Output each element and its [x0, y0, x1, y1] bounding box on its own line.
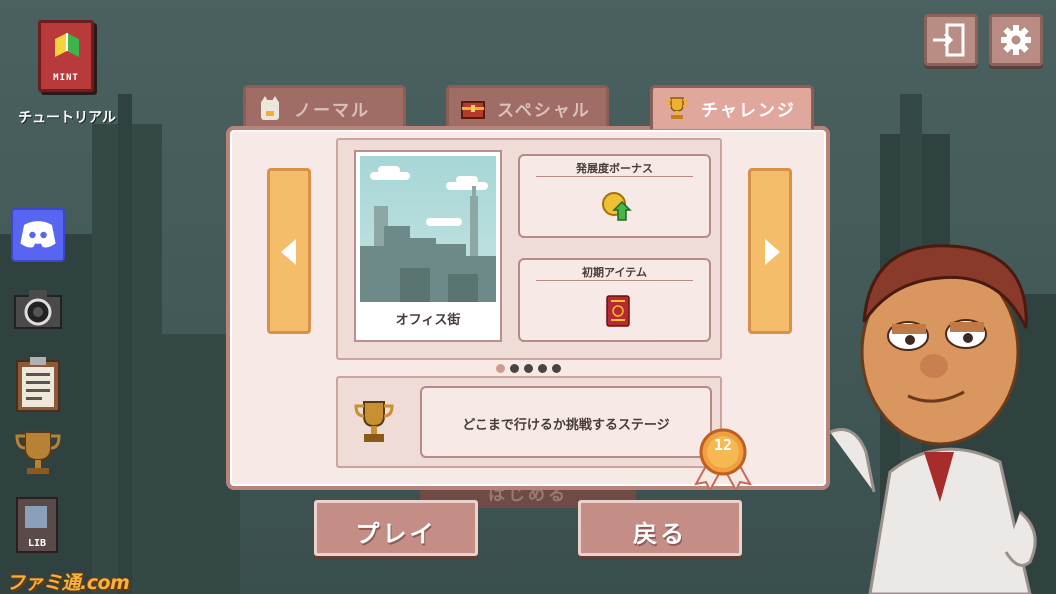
page-dot[interactable] — [510, 364, 519, 373]
tab-normal[interactable]: ノーマル — [243, 85, 406, 129]
stage-description-box: どこまで行けるか挑戦するステージ — [336, 376, 722, 468]
page-dot[interactable] — [538, 364, 547, 373]
stage-detail-box: オフィス街 発展度ボーナス 初期アイテム — [336, 138, 722, 360]
settings-button[interactable] — [989, 14, 1043, 66]
trophy-icon[interactable] — [11, 424, 65, 478]
divider — [536, 280, 693, 281]
discord-icon[interactable] — [11, 208, 65, 262]
play-button-label: プレイ — [355, 520, 437, 548]
arrow-left-icon — [281, 239, 296, 265]
exit-button[interactable] — [924, 14, 978, 66]
tab-normal-label: ノーマル — [294, 101, 370, 121]
development-bonus-title: 発展度ボーナス — [576, 162, 653, 175]
clipboard-icon[interactable] — [11, 352, 65, 412]
initial-item-title: 初期アイテム — [582, 266, 647, 279]
page-dot-active[interactable] — [496, 364, 505, 373]
gear-icon — [1001, 25, 1031, 55]
maneki-neko-icon — [261, 96, 279, 120]
tab-special-label: スペシャル — [497, 101, 591, 121]
stage-name: オフィス街 — [395, 313, 461, 328]
tab-special[interactable]: スペシャル — [446, 85, 609, 129]
page-dot[interactable] — [552, 364, 561, 373]
arrow-right-icon — [765, 239, 780, 265]
exit-door-icon — [933, 23, 965, 57]
svg-text:LIB: LIB — [28, 538, 46, 549]
tutorial-label[interactable]: チュートリアル — [10, 107, 124, 127]
stage-description: どこまで行けるか挑戦するステージ — [462, 418, 670, 433]
tab-challenge[interactable]: チャレンジ — [650, 85, 814, 129]
back-button-label: 戻る — [633, 520, 687, 548]
beginner-mark-icon — [55, 33, 79, 57]
initial-item-box: 初期アイテム — [518, 258, 711, 342]
medal-badge-icon: 12 — [692, 426, 754, 493]
background-antenna — [118, 94, 132, 594]
stage-card[interactable]: オフィス街 — [354, 150, 502, 342]
tutorial-book-text: MINT — [53, 73, 79, 83]
divider — [536, 176, 693, 177]
page-dot[interactable] — [524, 364, 533, 373]
camera-icon[interactable] — [11, 282, 65, 336]
tab-challenge-label: チャレンジ — [701, 101, 796, 121]
businessman-character — [830, 244, 1037, 594]
next-stage-button[interactable] — [748, 168, 792, 334]
description-panel: どこまで行けるか挑戦するステージ — [420, 386, 712, 458]
play-button[interactable]: プレイ — [314, 500, 478, 556]
stage-select-panel: オフィス街 発展度ボーナス 初期アイテム どこまで行けるか挑戦するステージ 12 — [226, 126, 830, 493]
passport-icon — [606, 295, 630, 327]
coin-growth-icon — [602, 192, 632, 221]
treasure-chest-icon — [461, 101, 485, 119]
prev-stage-button[interactable] — [267, 168, 311, 334]
back-button[interactable]: 戻る — [578, 500, 742, 556]
watermark-logo: ファミ通.com — [6, 572, 130, 594]
medal-number: 12 — [713, 436, 733, 454]
library-book-icon[interactable]: LIB — [11, 496, 65, 553]
office-district-image — [360, 156, 496, 302]
trophy-icon — [354, 401, 394, 442]
development-bonus-box: 発展度ボーナス — [518, 154, 711, 238]
trophy-icon — [665, 97, 689, 119]
tutorial-book-icon[interactable]: MINT — [38, 20, 94, 92]
